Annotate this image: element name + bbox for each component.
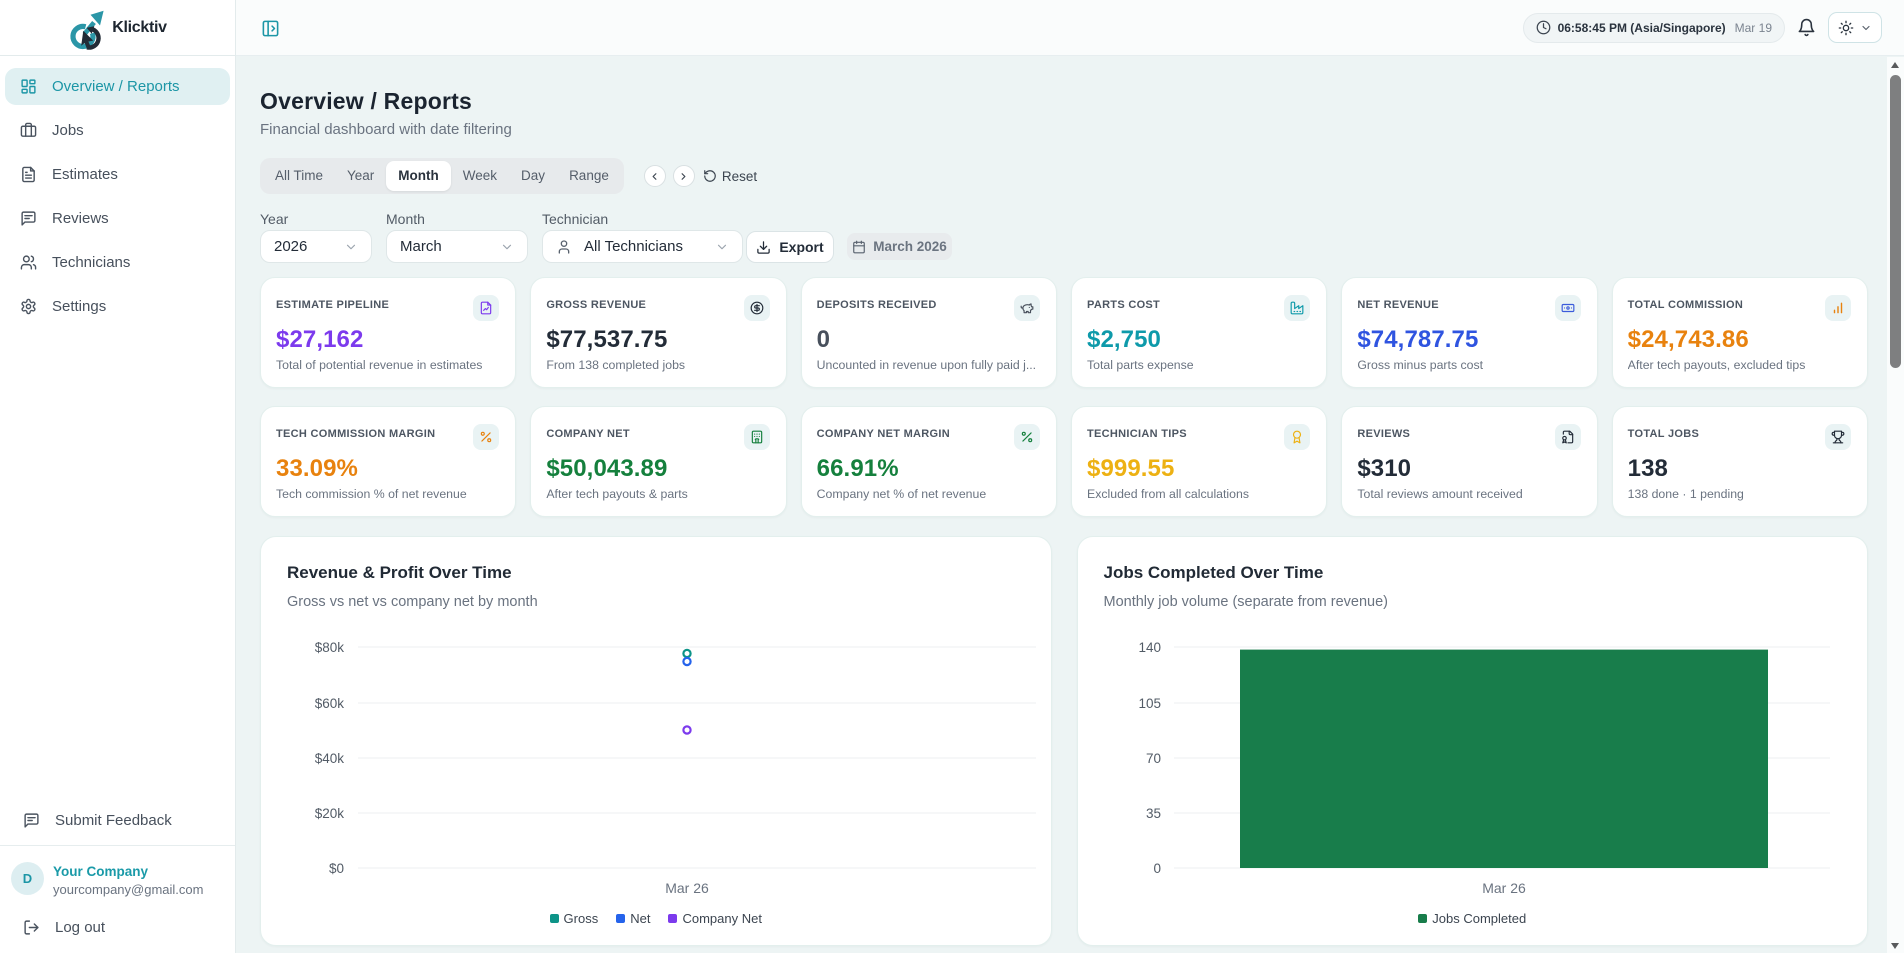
svg-text:$40k: $40k: [315, 751, 345, 766]
svg-text:Mar 26: Mar 26: [1482, 880, 1526, 896]
svg-text:35: 35: [1145, 806, 1160, 821]
svg-text:70: 70: [1145, 751, 1160, 766]
svg-text:105: 105: [1138, 696, 1161, 711]
svg-text:$80k: $80k: [315, 640, 345, 655]
svg-text:0: 0: [1153, 861, 1161, 876]
svg-text:$20k: $20k: [315, 806, 345, 821]
svg-text:Mar 26: Mar 26: [665, 880, 709, 896]
svg-text:$60k: $60k: [315, 696, 345, 711]
svg-text:$0: $0: [329, 861, 344, 876]
svg-text:140: 140: [1138, 640, 1161, 655]
